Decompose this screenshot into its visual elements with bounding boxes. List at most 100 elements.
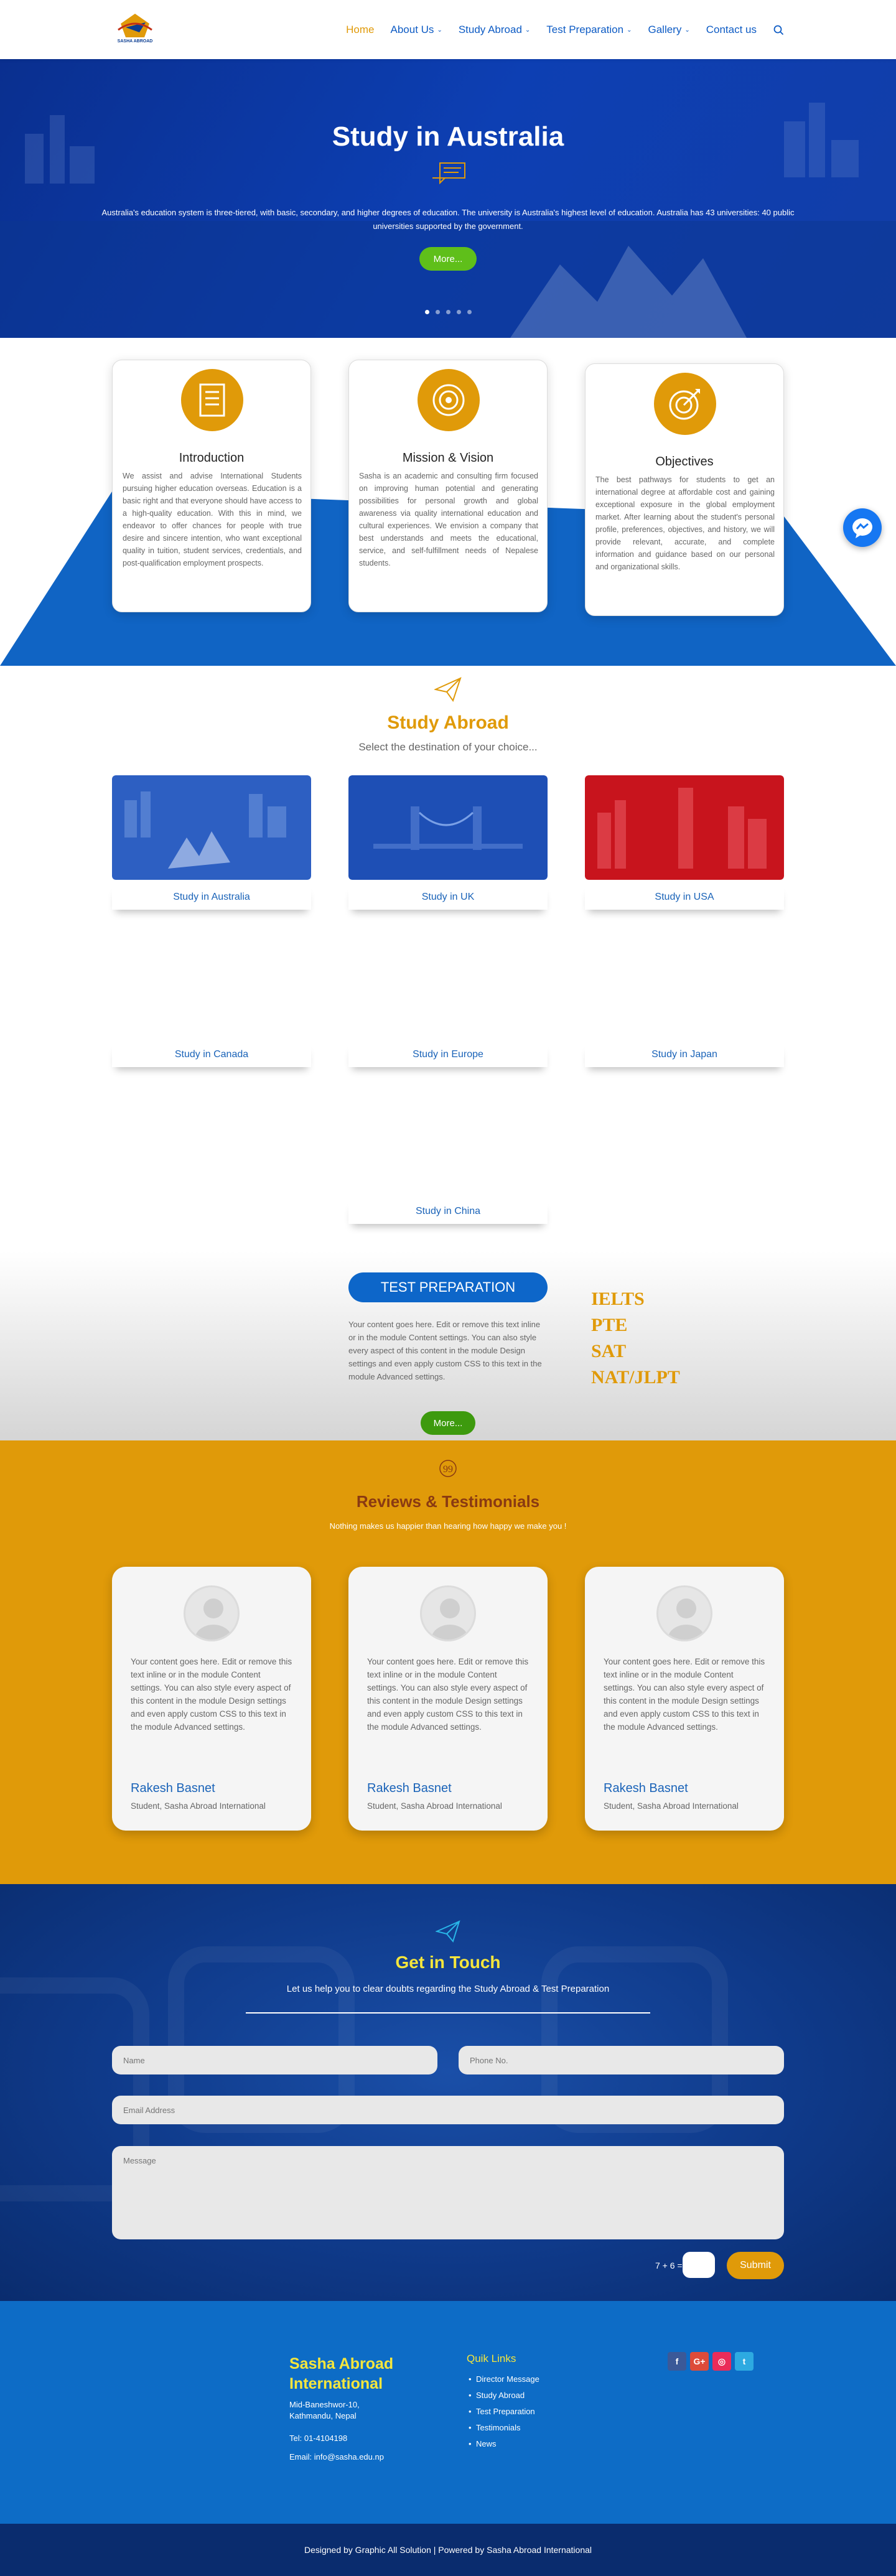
hero-slider: Study in Australia Australia's education… — [0, 59, 896, 338]
test-item[interactable]: PTE — [591, 1312, 680, 1338]
hero-more-button[interactable]: More... — [419, 247, 477, 271]
hero-title: Study in Australia — [332, 121, 564, 152]
test-item[interactable]: IELTS — [591, 1286, 680, 1312]
info-card-introduction: Introduction We assist and advise Intern… — [112, 360, 311, 612]
reviewer-name: Rakesh Basnet — [367, 1781, 452, 1795]
social-links: f G+ ◎ t — [668, 2352, 754, 2371]
slider-dot[interactable] — [436, 310, 440, 314]
instagram-icon[interactable]: ◎ — [712, 2352, 731, 2371]
email-field[interactable] — [112, 2096, 784, 2124]
destination-card-australia[interactable]: Study in Australia — [112, 775, 311, 917]
nav-test-preparation[interactable]: Test Preparation ⌄ — [546, 24, 632, 36]
info-card-body: The best pathways for students to get an… — [595, 475, 775, 571]
destination-card-china[interactable]: Study in China — [348, 1090, 548, 1231]
footer-link[interactable]: Director Message — [469, 2371, 539, 2387]
destination-image — [112, 775, 311, 880]
review-text: Your content goes here. Edit or remove t… — [131, 1657, 292, 1732]
chat-bubble-icon — [432, 162, 465, 184]
test-list: IELTS PTE SAT NAT/JLPT — [591, 1286, 680, 1391]
reviewer-role: Student, Sasha Abroad International — [604, 1801, 739, 1811]
messenger-icon — [852, 518, 872, 538]
destination-card-europe[interactable]: Study in Europe — [348, 933, 548, 1075]
footer-email: Email: info@sasha.edu.np — [289, 2452, 384, 2462]
logo[interactable] — [112, 9, 158, 50]
destination-card-japan[interactable]: Study in Japan — [585, 933, 784, 1075]
info-card-mission-vision: Mission & Vision Sasha is an academic an… — [348, 360, 548, 612]
footer-phone: Tel: 01-4104198 — [289, 2434, 348, 2443]
study-abroad-subtitle: Select the destination of your choice... — [358, 741, 538, 753]
review-card: Your content goes here. Edit or remove t… — [112, 1567, 311, 1831]
review-card: Your content goes here. Edit or remove t… — [585, 1567, 784, 1831]
quote-icon: 99 — [439, 1460, 457, 1477]
paper-plane-icon — [434, 677, 462, 702]
hero-description: Australia's education system is three-ti… — [101, 208, 795, 231]
search-icon[interactable] — [773, 24, 784, 35]
destination-image — [585, 775, 784, 880]
destination-image — [348, 775, 548, 880]
footer-link[interactable]: Testimonials — [469, 2420, 539, 2436]
review-text: Your content goes here. Edit or remove t… — [604, 1657, 765, 1732]
nav-study-abroad[interactable]: Study Abroad ⌄ — [459, 24, 530, 36]
divider — [246, 2012, 650, 2014]
info-card-title: Objectives — [655, 455, 714, 469]
destination-card-uk[interactable]: Study in UK — [348, 775, 548, 917]
messenger-chat-button[interactable] — [843, 508, 882, 547]
name-field[interactable] — [112, 2046, 437, 2074]
slider-dot[interactable] — [457, 310, 461, 314]
review-text: Your content goes here. Edit or remove t… — [367, 1657, 529, 1732]
nav-contact-us[interactable]: Contact us — [706, 24, 757, 36]
destination-label[interactable]: Study in China — [348, 1199, 548, 1224]
destination-card-canada[interactable]: Study in Canada — [112, 933, 311, 1075]
destination-label[interactable]: Study in Australia — [112, 885, 311, 910]
reviewer-role: Student, Sasha Abroad International — [367, 1801, 502, 1811]
nav-gallery[interactable]: Gallery ⌄ — [648, 24, 689, 36]
reviewer-name: Rakesh Basnet — [131, 1781, 215, 1795]
review-card: Your content goes here. Edit or remove t… — [348, 1567, 548, 1831]
test-preparation-body: Your content goes here. Edit or remove t… — [348, 1320, 542, 1381]
slider-dots — [425, 310, 472, 314]
chevron-down-icon: ⌄ — [525, 26, 531, 34]
reviews-title: Reviews & Testimonials — [356, 1492, 540, 1511]
captcha-input[interactable] — [683, 2252, 715, 2278]
submit-button[interactable]: Submit — [727, 2252, 784, 2279]
slider-dot[interactable] — [446, 310, 450, 314]
footer-link[interactable]: Test Preparation — [469, 2404, 539, 2420]
twitter-icon[interactable]: t — [735, 2352, 754, 2371]
chevron-down-icon: ⌄ — [627, 26, 632, 34]
info-card-title: Introduction — [179, 451, 245, 465]
slider-dot[interactable] — [467, 310, 472, 314]
destination-label[interactable]: Study in UK — [348, 885, 548, 910]
contact-section: Get in Touch Let us help you to clear do… — [0, 1884, 896, 2301]
footer-link[interactable]: Study Abroad — [469, 2387, 539, 2404]
contact-subtitle: Let us help you to clear doubts regardin… — [286, 1984, 610, 1994]
slider-dot[interactable] — [425, 310, 429, 314]
captcha-question: 7 + 6 = — [655, 2261, 683, 2270]
test-preparation-more-button[interactable]: More... — [421, 1411, 475, 1435]
destination-label[interactable]: Study in Japan — [585, 1042, 784, 1067]
nav-home[interactable]: Home — [346, 24, 374, 36]
info-card-objectives: Objectives The best pathways for student… — [585, 363, 784, 616]
avatar — [184, 1585, 240, 1641]
footer-brand: Sasha Abroad International — [289, 2355, 394, 2392]
site-footer: Sasha Abroad International Mid-Baneshwor… — [0, 2301, 896, 2524]
facebook-icon[interactable]: f — [668, 2352, 686, 2371]
message-field[interactable] — [112, 2146, 784, 2239]
destination-label[interactable]: Study in Europe — [348, 1042, 548, 1067]
footer-link[interactable]: News — [469, 2436, 539, 2452]
reviewer-name: Rakesh Basnet — [604, 1781, 688, 1795]
phone-field[interactable] — [459, 2046, 784, 2074]
test-item[interactable]: NAT/JLPT — [591, 1365, 680, 1391]
main-nav: Home About Us ⌄ Study Abroad ⌄ Test Prepar… — [346, 24, 784, 36]
destination-label[interactable]: Study in Canada — [112, 1042, 311, 1067]
nav-about-us[interactable]: About Us ⌄ — [391, 24, 442, 36]
google-plus-icon[interactable]: G+ — [690, 2352, 709, 2371]
test-item[interactable]: SAT — [591, 1338, 680, 1365]
document-icon — [181, 369, 243, 431]
test-preparation-section: TEST PREPARATION Your content goes here.… — [0, 1251, 896, 1440]
reviewer-role: Student, Sasha Abroad International — [131, 1801, 266, 1811]
destination-label[interactable]: Study in USA — [585, 885, 784, 910]
destination-card-usa[interactable]: Study in USA — [585, 775, 784, 917]
study-abroad-title: Study Abroad — [387, 712, 509, 733]
chevron-down-icon: ⌄ — [437, 26, 442, 34]
contact-title: Get in Touch — [395, 1953, 501, 1972]
